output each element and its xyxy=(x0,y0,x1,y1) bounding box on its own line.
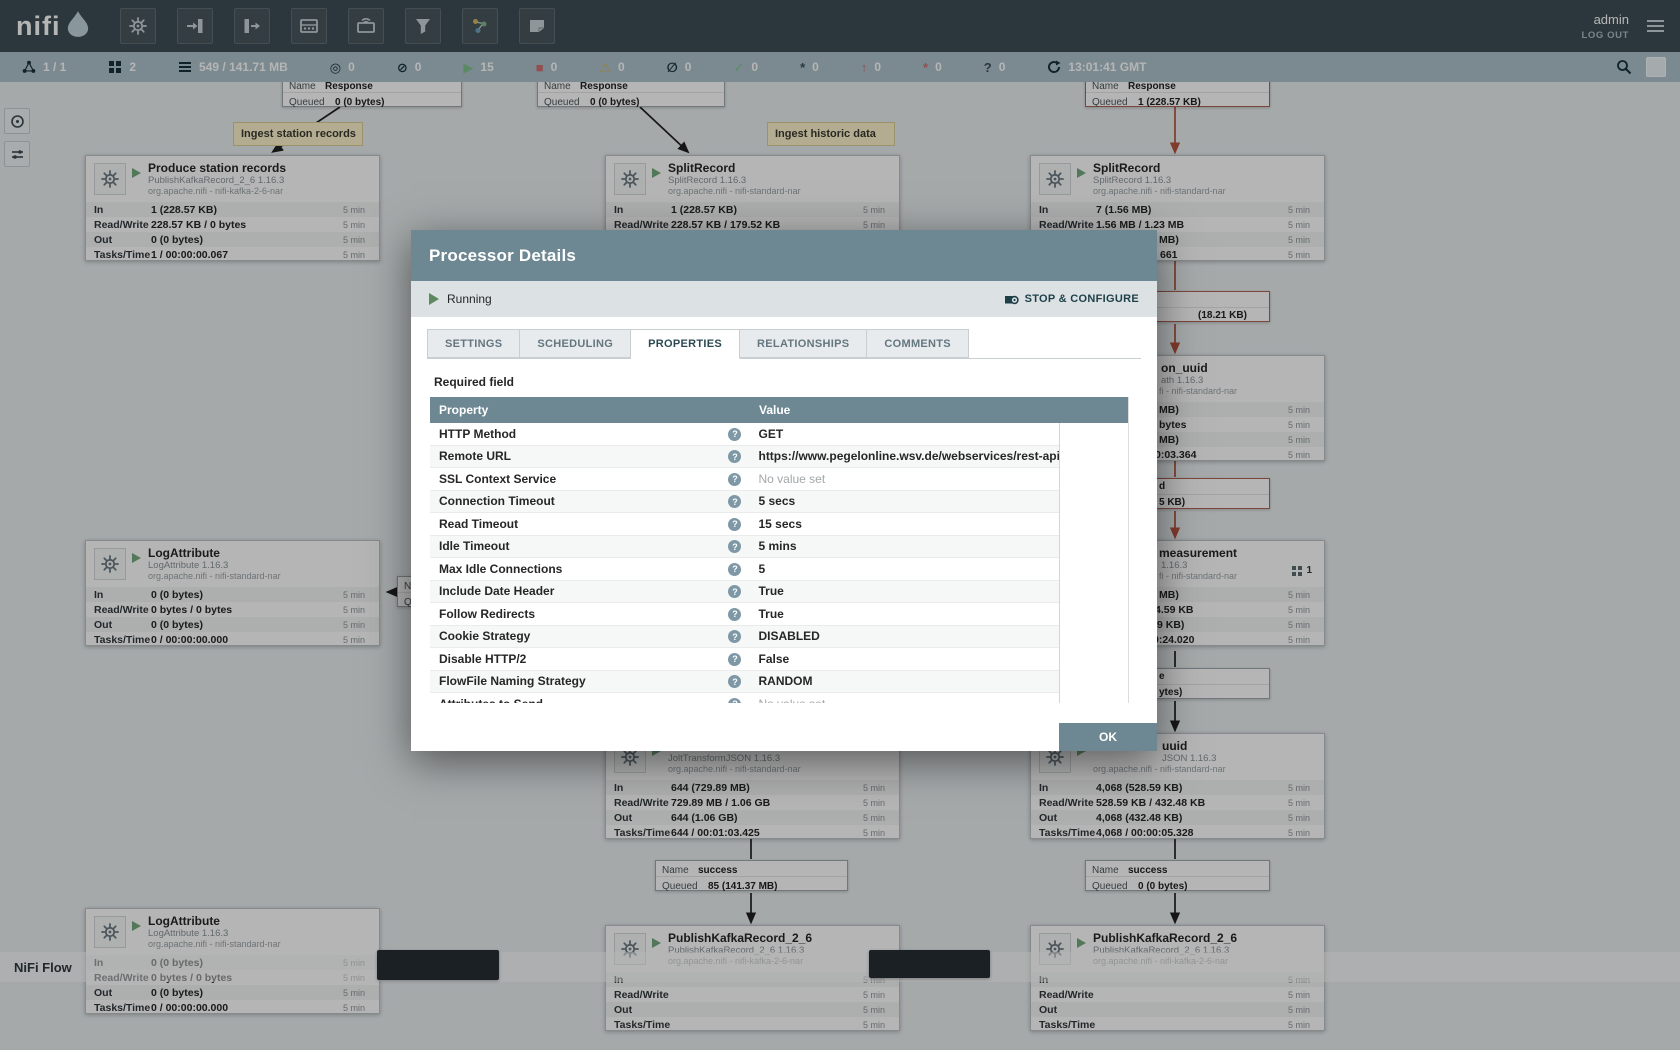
stop-configure-icon xyxy=(1004,292,1019,307)
property-name: Disable HTTP/2? xyxy=(430,648,749,670)
help-icon[interactable]: ? xyxy=(728,428,741,441)
property-name: Remote URL? xyxy=(430,446,749,468)
help-icon[interactable]: ? xyxy=(728,608,741,621)
help-icon[interactable]: ? xyxy=(728,450,741,463)
property-name: HTTP Method? xyxy=(430,423,749,445)
dialog-header: Processor Details xyxy=(411,230,1157,281)
property-value: False xyxy=(749,652,1059,666)
property-value: 5 xyxy=(749,562,1059,576)
property-value: RANDOM xyxy=(749,674,1059,688)
tab-scheduling[interactable]: SCHEDULING xyxy=(520,329,631,358)
property-name-text: Include Date Header xyxy=(439,584,554,598)
property-row: Follow Redirects?True xyxy=(430,603,1059,626)
ok-button[interactable]: OK xyxy=(1059,723,1157,751)
dialog-title: Processor Details xyxy=(429,246,576,266)
property-name-text: Connection Timeout xyxy=(439,494,555,508)
property-row: Attributes to Send?No value set xyxy=(430,693,1059,703)
property-name-text: Remote URL xyxy=(439,449,511,463)
property-value: 15 secs xyxy=(749,517,1059,531)
property-value: DISABLED xyxy=(749,629,1059,643)
help-icon[interactable]: ? xyxy=(728,698,741,704)
run-status-label: Running xyxy=(447,292,492,306)
help-icon[interactable]: ? xyxy=(728,563,741,576)
property-value: True xyxy=(749,584,1059,598)
properties-table-body: HTTP Method?GETRemote URL?https://www.pe… xyxy=(430,423,1060,703)
property-row: Idle Timeout?5 mins xyxy=(430,536,1059,559)
property-row: Disable HTTP/2?False xyxy=(430,648,1059,671)
help-icon[interactable]: ? xyxy=(728,495,741,508)
tab-relationships[interactable]: RELATIONSHIPS xyxy=(740,329,867,358)
help-icon[interactable]: ? xyxy=(728,473,741,486)
property-value: No value set xyxy=(749,472,1059,486)
property-name: Idle Timeout? xyxy=(430,536,749,558)
help-icon[interactable]: ? xyxy=(728,585,741,598)
property-name: Follow Redirects? xyxy=(430,603,749,625)
property-value: No value set xyxy=(749,697,1059,703)
stop-configure-label: STOP & CONFIGURE xyxy=(1025,293,1139,305)
property-name: SSL Context Service? xyxy=(430,468,749,490)
property-row: Read Timeout?15 secs xyxy=(430,513,1059,536)
help-icon[interactable]: ? xyxy=(728,630,741,643)
property-row: Remote URL?https://www.pegelonline.wsv.d… xyxy=(430,446,1059,469)
property-name: Read Timeout? xyxy=(430,513,749,535)
property-name-text: Read Timeout xyxy=(439,517,518,531)
running-status-icon xyxy=(429,293,439,305)
help-icon[interactable]: ? xyxy=(728,675,741,688)
property-row: HTTP Method?GET xyxy=(430,423,1059,446)
property-row: FlowFile Naming Strategy?RANDOM xyxy=(430,671,1059,694)
dialog-status-strip: Running STOP & CONFIGURE xyxy=(411,281,1157,317)
property-name-text: SSL Context Service xyxy=(439,472,556,486)
property-name: Cookie Strategy? xyxy=(430,626,749,648)
property-name: Max Idle Connections? xyxy=(430,558,749,580)
tab-properties[interactable]: PROPERTIES xyxy=(631,329,740,359)
property-row: Cookie Strategy?DISABLED xyxy=(430,626,1059,649)
property-name-text: HTTP Method xyxy=(439,427,516,441)
property-name-text: Max Idle Connections xyxy=(439,562,562,576)
property-value: https://www.pegelonline.wsv.de/webservic… xyxy=(749,449,1059,463)
property-row: Max Idle Connections?5 xyxy=(430,558,1059,581)
dialog-tabs: SETTINGSSCHEDULINGPROPERTIESRELATIONSHIP… xyxy=(427,329,1141,359)
property-name-text: Attributes to Send xyxy=(439,697,543,703)
property-value: GET xyxy=(749,427,1059,441)
property-value: 5 mins xyxy=(749,539,1059,553)
property-row: Connection Timeout?5 secs xyxy=(430,491,1059,514)
properties-table-header: Property Value xyxy=(430,397,1128,423)
required-field-note: Required field xyxy=(434,375,1157,389)
property-name-text: Idle Timeout xyxy=(439,539,509,553)
nifi-app: nifi admin LOG OUT 1 / 12549 / 141.71 MB… xyxy=(0,0,1680,1050)
property-value: True xyxy=(749,607,1059,621)
property-name-text: Disable HTTP/2 xyxy=(439,652,526,666)
property-name-text: FlowFile Naming Strategy xyxy=(439,674,586,688)
properties-table: Property Value HTTP Method?GETRemote URL… xyxy=(430,397,1129,703)
property-column-header: Property xyxy=(430,403,750,417)
help-icon[interactable]: ? xyxy=(728,653,741,666)
property-row: SSL Context Service?No value set xyxy=(430,468,1059,491)
help-icon[interactable]: ? xyxy=(728,518,741,531)
property-row: Include Date Header?True xyxy=(430,581,1059,604)
property-name: Connection Timeout? xyxy=(430,491,749,513)
property-name-text: Follow Redirects xyxy=(439,607,535,621)
processor-details-dialog: Processor Details Running STOP & CONFIGU… xyxy=(411,230,1157,751)
property-name-text: Cookie Strategy xyxy=(439,629,530,643)
help-icon[interactable]: ? xyxy=(728,540,741,553)
property-name: Include Date Header? xyxy=(430,581,749,603)
stop-and-configure-button[interactable]: STOP & CONFIGURE xyxy=(1004,292,1139,307)
property-value: 5 secs xyxy=(749,494,1059,508)
property-name: Attributes to Send? xyxy=(430,693,749,703)
value-column-header: Value xyxy=(750,403,790,417)
tab-settings[interactable]: SETTINGS xyxy=(427,329,520,358)
property-name: FlowFile Naming Strategy? xyxy=(430,671,749,693)
tab-comments[interactable]: COMMENTS xyxy=(867,329,969,358)
